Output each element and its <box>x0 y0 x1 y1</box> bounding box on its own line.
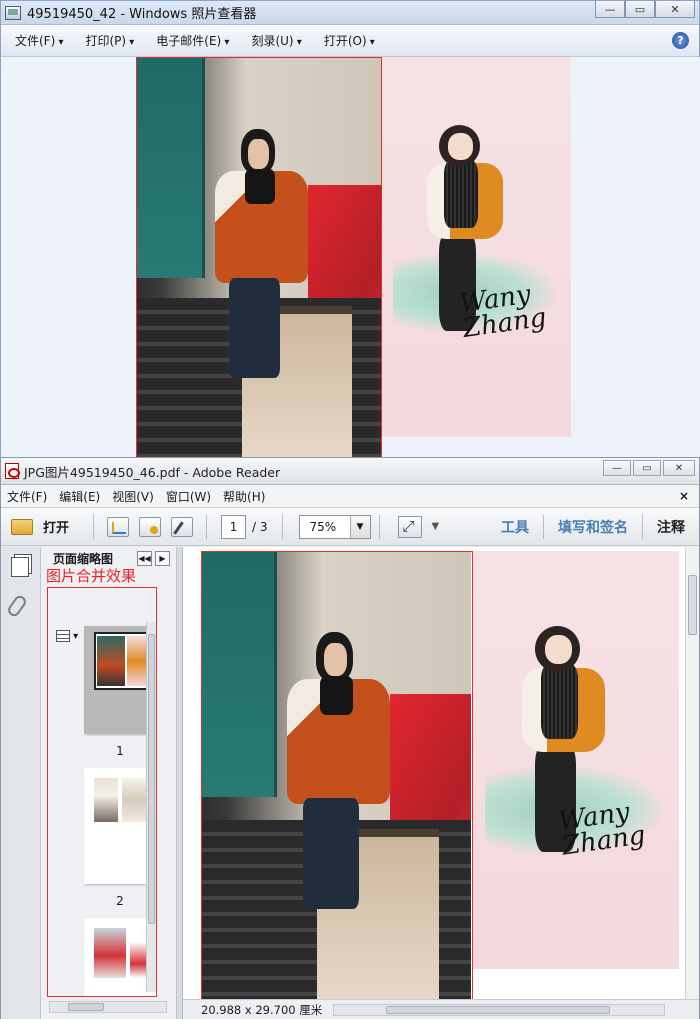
photo-viewer-window: 49519450_42 - Windows 照片查看器 — ▭ ✕ 文件(F) … <box>0 0 700 458</box>
toolbar-right-links: 工具 填写和签名 注释 <box>487 508 699 546</box>
illustration-signature: Wany Zhang <box>458 279 549 344</box>
document-hscrollbar[interactable] <box>333 1004 665 1016</box>
menu-file[interactable]: 文件(F) <box>9 28 69 53</box>
folder-open-icon[interactable] <box>11 518 33 535</box>
arrow-right-icon[interactable]: ▶ <box>155 551 170 566</box>
document-vscrollbar[interactable] <box>685 547 699 999</box>
open-button[interactable]: 打开 <box>43 517 69 536</box>
reader-toolbar: 打开 1 / 3 75% ▼ ▼ 工具 填写和签名 注释 <box>1 508 699 546</box>
navigation-strip <box>1 547 41 1019</box>
menu-print[interactable]: 打印(P) <box>79 28 140 53</box>
options-icon <box>56 630 70 642</box>
menu-open[interactable]: 打开(O) <box>318 28 381 53</box>
thumbnail-list: ▾ 1 2 <box>47 587 157 997</box>
menu-burn[interactable]: 刻录(U) <box>245 28 307 53</box>
create-pdf-icon[interactable] <box>139 516 162 537</box>
menu-help[interactable]: 帮助(H) <box>223 488 265 505</box>
close-document-icon[interactable]: × <box>679 489 689 503</box>
menu-email[interactable]: 电子邮件(E) <box>150 28 235 53</box>
pdf-photo-red-frame <box>201 551 473 1001</box>
minimize-icon[interactable]: — <box>603 460 631 476</box>
restore-icon[interactable]: ▭ <box>633 460 661 476</box>
pages-icon[interactable] <box>11 557 29 577</box>
comment-link[interactable]: 注释 <box>643 517 699 537</box>
chevron-down-icon[interactable]: ▼ <box>349 515 370 538</box>
reader-window-controls: — ▭ ✕ <box>601 460 695 476</box>
illustration-image: Wany Zhang <box>382 57 571 437</box>
collapse-left-icon[interactable]: ◀◀ <box>137 551 152 566</box>
minimize-icon[interactable]: — <box>595 1 625 18</box>
thumbnails-nav: ◀◀ ▶ <box>134 551 170 566</box>
merge-effect-annotation: 图片合并效果 <box>46 567 137 585</box>
menu-file[interactable]: 文件(F) <box>7 488 47 505</box>
zoom-select[interactable]: 75% ▼ <box>298 514 371 539</box>
menu-edit[interactable]: 编辑(E) <box>59 488 100 505</box>
share-icon[interactable] <box>107 516 130 537</box>
adobe-reader-window: JPG图片49519450_46.pdf - Adobe Reader — ▭ … <box>0 457 700 1019</box>
photo-viewer-window-controls: — ▭ ✕ <box>595 1 695 18</box>
menu-window[interactable]: 窗口(W) <box>166 488 211 505</box>
maximize-icon[interactable]: ▭ <box>625 1 655 18</box>
page-dimensions: 20.988 x 29.700 厘米 <box>201 1002 323 1017</box>
fill-sign-link[interactable]: 填写和签名 <box>544 517 642 537</box>
photo-viewer-canvas: Wany Zhang <box>1 57 700 458</box>
zoom-value: 75% <box>309 519 337 534</box>
pdf-icon <box>5 463 20 479</box>
chevron-down-icon[interactable]: ▼ <box>432 521 440 532</box>
thumbnail-options[interactable]: ▾ <box>56 630 82 644</box>
help-icon[interactable]: ? <box>672 32 689 49</box>
status-bar: 20.988 x 29.700 厘米 <box>183 999 699 1019</box>
close-icon[interactable]: ✕ <box>655 1 695 18</box>
close-icon[interactable]: ✕ <box>663 460 695 476</box>
attachment-icon[interactable] <box>5 593 29 619</box>
photo-viewer-title: 49519450_42 - Windows 照片查看器 <box>27 7 257 22</box>
document-view: Wany Zhang 20.988 x 29.700 厘米 <box>183 547 699 1019</box>
photo-viewer-app-icon <box>5 5 21 20</box>
thumbnail-scrollbar[interactable] <box>146 622 156 992</box>
page-number-input[interactable]: 1 <box>221 514 247 539</box>
edit-sign-icon[interactable] <box>171 516 194 537</box>
fullscreen-icon[interactable] <box>397 515 422 538</box>
photo-red-frame <box>136 57 382 458</box>
page-thumbnails-panel: 页面缩略图 ◀◀ ▶ 图片合并效果 ▾ 1 2 <box>41 547 177 1019</box>
pdf-illustration-image: Wany Zhang <box>473 551 679 969</box>
reader-titlebar[interactable]: JPG图片49519450_46.pdf - Adobe Reader <box>1 458 699 485</box>
tools-link[interactable]: 工具 <box>487 517 543 537</box>
page-total: / 3 <box>252 519 268 534</box>
photo-viewer-menubar: 文件(F) 打印(P) 电子邮件(E) 刻录(U) 打开(O) <box>1 25 699 57</box>
menu-view[interactable]: 视图(V) <box>112 488 154 505</box>
reader-title: JPG图片49519450_46.pdf - Adobe Reader <box>24 464 281 480</box>
thumbnail-hscrollbar[interactable] <box>49 1001 167 1013</box>
reader-menubar: 文件(F) 编辑(E) 视图(V) 窗口(W) 帮助(H) × <box>1 485 699 508</box>
